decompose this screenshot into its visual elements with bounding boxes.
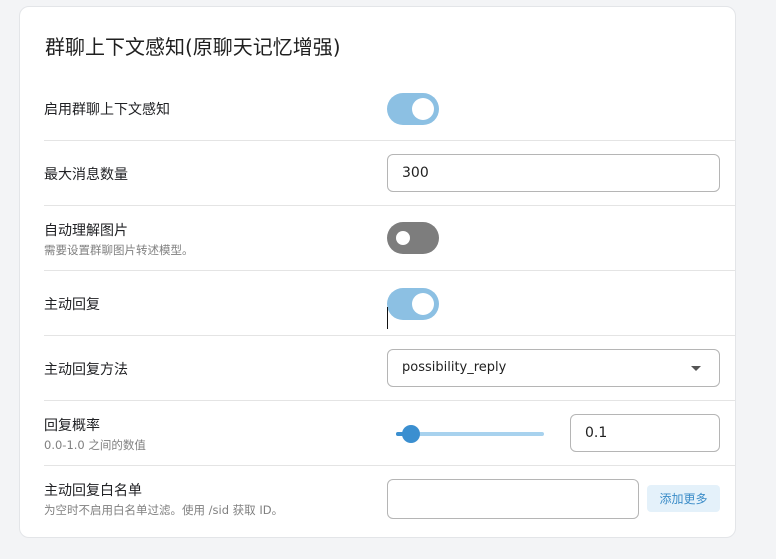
setting-row-whitelist: 主动回复白名单 为空时不启用白名单过滤。使用 /sid 获取 ID。 添加更多 (44, 466, 735, 531)
reply-method-select[interactable]: possibility_reply (387, 349, 720, 387)
enable-context-toggle[interactable] (387, 93, 439, 125)
section-title: 群聊上下文感知(原聊天记忆增强) (45, 35, 341, 59)
reply-probability-input[interactable] (570, 414, 720, 452)
reply-probability-label: 回复概率 (44, 418, 100, 434)
setting-row-reply-probability: 回复概率 0.0-1.0 之间的数值 (44, 401, 735, 466)
setting-row-image-understanding: 自动理解图片 需要设置群聊图片转述模型。 (44, 206, 735, 271)
max-messages-input[interactable] (387, 154, 720, 192)
whitelist-label: 主动回复白名单 (44, 483, 142, 499)
reply-method-label: 主动回复方法 (44, 362, 128, 378)
setting-row-reply-method: 主动回复方法 possibility_reply (44, 336, 735, 401)
active-reply-toggle[interactable] (387, 288, 439, 320)
active-reply-label: 主动回复 (44, 297, 100, 313)
chevron-down-icon (691, 366, 701, 371)
text-cursor (387, 307, 388, 329)
image-understanding-description: 需要设置群聊图片转述模型。 (44, 243, 194, 257)
max-messages-label: 最大消息数量 (44, 167, 128, 183)
image-understanding-toggle[interactable] (387, 222, 439, 254)
reply-method-selected-value: possibility_reply (402, 360, 507, 375)
setting-row-active-reply: 主动回复 (44, 271, 735, 336)
settings-card: 群聊上下文感知(原聊天记忆增强) 启用群聊上下文感知 最大消息数量 自动理解图片… (19, 6, 736, 538)
setting-row-enable-context: 启用群聊上下文感知 (44, 76, 735, 141)
toggle-knob (412, 98, 434, 120)
setting-row-max-messages: 最大消息数量 (44, 141, 735, 206)
toggle-knob (412, 293, 434, 315)
reply-probability-description: 0.0-1.0 之间的数值 (44, 438, 146, 452)
reply-probability-slider[interactable] (396, 425, 544, 443)
image-understanding-label: 自动理解图片 (44, 223, 128, 239)
add-more-button[interactable]: 添加更多 (647, 485, 720, 512)
enable-context-label: 启用群聊上下文感知 (44, 102, 170, 118)
whitelist-description: 为空时不启用白名单过滤。使用 /sid 获取 ID。 (44, 503, 284, 517)
toggle-knob (396, 231, 410, 245)
whitelist-input[interactable] (387, 479, 639, 519)
slider-thumb[interactable] (401, 425, 420, 443)
